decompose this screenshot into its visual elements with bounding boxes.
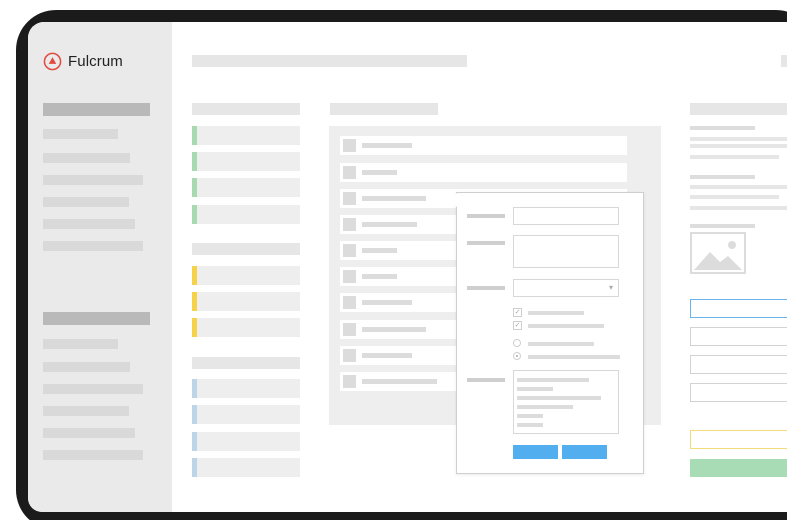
option-label [528,324,604,328]
brand-logo[interactable]: Fulcrum [43,52,123,71]
sidebar-item[interactable] [43,153,130,163]
panel-heading [330,103,438,115]
image-icon [690,232,746,274]
sidebar-item[interactable] [43,175,143,185]
field-type-icon [343,192,356,205]
field-type-icon [343,166,356,179]
preview-label [690,126,755,130]
sidebar-item[interactable] [43,384,143,394]
list-item-yellow[interactable] [192,266,300,285]
field-editor-popover: ▾ ✓ ✓ [450,192,644,474]
sidebar-item[interactable] [43,241,143,251]
sidebar-item[interactable] [43,197,129,207]
choice-list-input[interactable] [513,370,619,434]
option-label [528,311,584,315]
list-item-green[interactable] [192,126,300,145]
list-item-blue[interactable] [192,458,300,477]
sidebar-item[interactable] [43,406,129,416]
app-screen: Fulcrum ▾ ✓ ✓ [28,22,787,512]
field-label [467,286,505,290]
header-action-placeholder[interactable] [781,55,787,67]
option-label [528,342,594,346]
sidebar-section-heading [43,312,150,325]
field-type-icon [343,270,356,283]
field-row[interactable] [340,136,627,155]
field-type-icon [343,349,356,362]
field-label [467,241,505,245]
field-label [467,214,505,218]
text-input[interactable] [513,207,619,225]
preview-submit-button[interactable] [690,459,787,477]
field-label [467,378,505,382]
list-item-green[interactable] [192,152,300,171]
field-type-icon [343,218,356,231]
radio-button[interactable] [513,339,521,347]
list-item-yellow[interactable] [192,292,300,311]
preview-text-line [690,137,787,141]
preview-text-input-focused[interactable] [690,299,787,318]
popover-arrow [450,193,457,207]
sidebar-section-heading [43,103,150,116]
field-type-icon [343,296,356,309]
group-heading [192,243,300,255]
sidebar-item[interactable] [43,129,118,139]
field-row[interactable] [340,163,627,182]
field-type-icon [343,139,356,152]
preview-text-input[interactable] [690,327,787,346]
page-title-placeholder [192,55,467,67]
sidebar-item[interactable] [43,339,118,349]
preview-text-line [690,206,787,210]
field-type-icon [343,323,356,336]
list-item-green[interactable] [192,178,300,197]
group-heading [192,357,300,369]
sidebar-item[interactable] [43,219,135,229]
preview-label [690,175,755,179]
brand-name: Fulcrum [68,53,123,70]
preview-text-input-warning[interactable] [690,430,787,449]
preview-text-line [690,185,787,189]
save-button[interactable] [513,445,558,459]
preview-heading [690,103,787,115]
list-item-yellow[interactable] [192,318,300,337]
checkbox-checked-icon[interactable]: ✓ [513,321,522,330]
radio-button-selected[interactable] [513,352,521,360]
cancel-button[interactable] [562,445,607,459]
sidebar-item[interactable] [43,450,143,460]
preview-text-line [690,155,779,159]
preview-text-line [690,144,787,148]
list-item-green[interactable] [192,205,300,224]
sidebar-item[interactable] [43,362,130,372]
preview-label [690,224,755,228]
list-item-blue[interactable] [192,379,300,398]
column-heading [192,103,300,115]
field-type-icon [343,244,356,257]
select-input[interactable]: ▾ [513,279,619,297]
list-item-blue[interactable] [192,432,300,451]
option-label [528,355,620,359]
fulcrum-logo-icon [43,52,62,71]
preview-text-line [690,195,779,199]
textarea-input[interactable] [513,235,619,268]
sidebar-item[interactable] [43,428,135,438]
field-type-icon [343,375,356,388]
chevron-down-icon: ▾ [608,283,613,292]
preview-text-input[interactable] [690,383,787,402]
checkbox-checked-icon[interactable]: ✓ [513,308,522,317]
list-item-blue[interactable] [192,405,300,424]
sidebar: Fulcrum [28,22,172,512]
preview-text-input[interactable] [690,355,787,374]
